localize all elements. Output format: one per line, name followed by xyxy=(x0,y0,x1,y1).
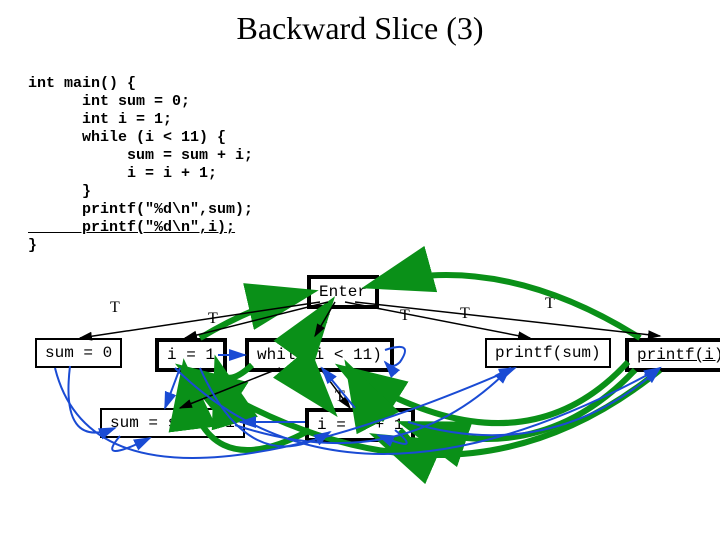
edge-label-T-2: T xyxy=(208,310,218,328)
node-sum-zero: sum = 0 xyxy=(35,338,122,368)
node-i-one: i = 1 xyxy=(155,338,227,372)
node-sum-inc: sum = sum + i xyxy=(100,408,245,438)
node-printf-i: printf(i) xyxy=(625,338,720,372)
node-enter: Enter xyxy=(307,275,379,309)
edge-label-T-3: T xyxy=(320,310,330,328)
edge-label-T-5: T xyxy=(460,305,470,323)
code-line-4: while (i < 11) { xyxy=(28,129,226,146)
code-line-3: int i = 1; xyxy=(28,111,172,128)
code-line-2: int sum = 0; xyxy=(28,93,190,110)
edge-label-T-1: T xyxy=(110,299,120,317)
edge-label-T-4: T xyxy=(400,307,410,325)
node-while: while(i < 11) xyxy=(245,338,394,372)
code-line-6: i = i + 1; xyxy=(28,165,217,182)
code-line-10: } xyxy=(28,237,37,254)
node-i-inc: i = i + 1 xyxy=(305,408,415,442)
source-code: int main() { int sum = 0; int i = 1; whi… xyxy=(28,57,720,255)
node-printf-sum: printf(sum) xyxy=(485,338,611,368)
edge-label-T-6: T xyxy=(545,295,555,313)
slide-title: Backward Slice (3) xyxy=(0,10,720,47)
edge-label-T-8: T xyxy=(335,388,345,406)
code-line-9-criterion: printf("%d\n",i); xyxy=(28,219,235,236)
code-line-7: } xyxy=(28,183,91,200)
edge-label-T-7: T xyxy=(215,378,225,396)
code-line-5: sum = sum + i; xyxy=(28,147,253,164)
code-line-8: printf("%d\n",sum); xyxy=(28,201,253,218)
code-line-1: int main() { xyxy=(28,75,136,92)
